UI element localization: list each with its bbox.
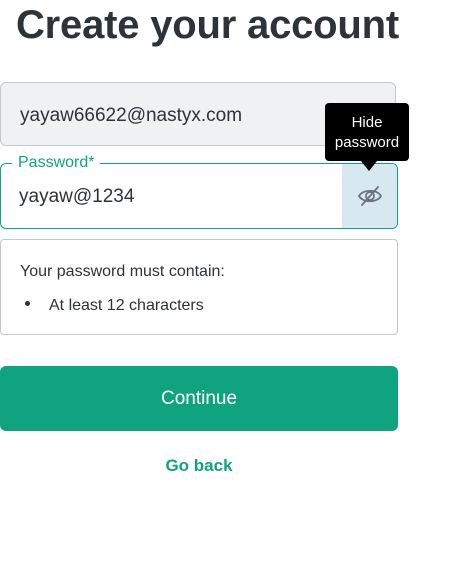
hide-password-tooltip: Hide password	[325, 103, 409, 161]
password-requirements: Your password must contain: At least 12 …	[0, 239, 398, 335]
requirement-item: At least 12 characters	[25, 297, 204, 315]
tooltip-arrow	[361, 161, 377, 171]
password-field[interactable]: Password* yayaw@1234	[0, 154, 398, 229]
go-back-link[interactable]: Go back	[0, 456, 398, 476]
page-title: Create your account	[16, 3, 399, 47]
password-value[interactable]: yayaw@1234	[19, 186, 134, 208]
requirement-text: At least 12 characters	[49, 297, 204, 314]
create-account-page: Create your account yayaw66622@nastyx.co…	[0, 0, 461, 577]
email-value[interactable]: yayaw66622@nastyx.com	[20, 105, 242, 127]
continue-button[interactable]: Continue	[0, 366, 398, 431]
requirements-heading: Your password must contain:	[20, 263, 225, 280]
bullet-icon	[25, 301, 30, 307]
password-label: Password*	[12, 154, 101, 172]
tooltip-line-1: Hide	[351, 114, 383, 131]
toggle-password-visibility-button[interactable]	[342, 164, 397, 228]
eye-slash-icon	[357, 186, 382, 206]
tooltip-line-2: password	[334, 134, 400, 151]
